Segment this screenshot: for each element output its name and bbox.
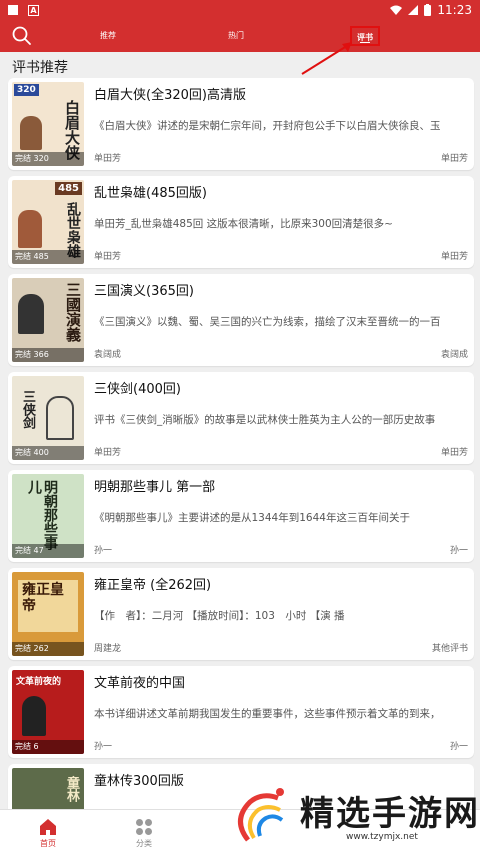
cover-title: 三國演義 [64,282,82,342]
signal-icon [408,5,419,15]
cover-number: 320 [14,84,39,96]
book-author: 孙一 [94,742,113,752]
book-category: 单田芳 [440,448,468,458]
book-category: 孙一 [449,742,468,752]
book-card[interactable]: 三侠剑 完结 400 三侠剑(400回) 评书《三侠剑_消晰版》的故事是以武林侠… [8,372,474,464]
book-title[interactable]: 文革前夜的中国 [94,672,185,691]
book-description: 本书详细讲述文革前期我国发生的重要事件，这些事件预示着文革的到来， [94,708,441,720]
watermark-logo-icon [238,788,284,842]
status-badge: 完结 366 [12,348,84,362]
nav-home-label: 首页 [40,839,56,848]
cover-title: 三侠剑 [20,390,35,429]
home-icon [40,819,56,835]
book-card[interactable]: 485 乱世枭雄 完结 485 乱世枭雄(485回版) 单田芳_乱世枭雄485回… [8,176,474,268]
book-author: 单田芳 [94,448,122,458]
battery-icon [424,4,432,16]
book-cover: 320 白眉大侠 完结 320 [12,82,84,166]
section-title: 评书推荐 [12,60,68,76]
book-author: 周建龙 [94,644,122,654]
watermark: 精选手游网 www.tzymjx.net [228,778,480,853]
book-list: 320 白眉大侠 完结 320 白眉大侠(全320回)高清版 《白眉大侠》讲述的… [8,78,474,853]
status-badge: 完结 262 [12,642,84,656]
book-title[interactable]: 三侠剑(400回) [94,378,181,397]
book-card[interactable]: 雍正皇帝 完结 262 雍正皇帝 (全262回) 【作 者】：二月河 【播放时间… [8,568,474,660]
status-badge: 完结 47 [12,544,84,558]
status-bar: A 11:23 [0,0,480,20]
book-cover: 明朝那些事儿 完结 47 [12,474,84,558]
nav-category[interactable]: 分类 [114,818,174,849]
nav-category-label: 分类 [136,839,152,848]
book-cover: 三侠剑 完结 400 [12,376,84,460]
grid-icon [136,819,152,835]
book-author: 单田芳 [94,154,122,164]
cover-title: 文革前夜的 [16,677,62,687]
nav-home[interactable]: 首页 [18,818,78,849]
book-description: 【作 者】：二月河 【播放时间】：103 小时 【演 播 [94,610,345,622]
book-title[interactable]: 雍正皇帝 (全262回) [94,574,211,593]
cover-title: 明朝那些事儿 [26,480,58,550]
book-title[interactable]: 明朝那些事儿 第一部 [94,476,215,495]
watermark-text: 精选手游网 [300,794,480,834]
book-card[interactable]: 明朝那些事儿 完结 47 明朝那些事儿 第一部 《明朝那些事儿》主要讲述的是从1… [8,470,474,562]
cover-number: 485 [55,182,82,195]
book-description: 评书《三侠剑_消晰版》的故事是以武林侠士胜英为主人公的一部历史故事 [94,414,436,426]
book-cover: 雍正皇帝 完结 262 [12,572,84,656]
book-title[interactable]: 童林传300回版 [94,770,184,789]
book-author: 孙一 [94,546,113,556]
cover-title: 童林 [64,776,79,802]
wifi-icon [390,5,403,15]
cover-title: 白眉大侠 [63,100,81,160]
tab-pingshu[interactable]: 评书 [350,26,380,46]
status-badge: 完结 320 [12,152,84,166]
book-category: 单田芳 [440,252,468,262]
book-category: 袁阔成 [440,350,468,360]
clock: 11:23 [437,3,472,17]
watermark-url: www.tzymjx.net [346,832,418,842]
book-category: 其他评书 [431,644,468,654]
book-cover: 485 乱世枭雄 完结 485 [12,180,84,264]
search-icon[interactable] [12,26,32,46]
book-cover: 三國演義 完结 366 [12,278,84,362]
book-title[interactable]: 乱世枭雄(485回版) [94,182,207,201]
notification-icon [8,5,18,15]
book-category: 孙一 [449,546,468,556]
tab-recommend[interactable]: 推荐 [96,26,120,46]
book-card[interactable]: 三國演義 完结 366 三国演义(365回) 《三国演义》以魏、蜀、吴三国的兴亡… [8,274,474,366]
cover-title: 雍正皇帝 [22,582,64,614]
book-description: 单田芳_乱世枭雄485回 这版本很清晰，比原来300回清楚很多~ [94,218,393,230]
book-title[interactable]: 三国演义(365回) [94,280,194,299]
app-notification-icon: A [28,4,39,16]
book-description: 《白眉大侠》讲述的是宋朝仁宗年间，开封府包公手下以白眉大侠徐良、玉 [94,120,441,132]
book-author: 袁阔成 [94,350,122,360]
status-badge: 完结 485 [12,250,84,264]
app-header: 推荐 热门 评书 [0,20,480,52]
status-badge: 完结 400 [12,446,84,460]
book-description: 《明朝那些事儿》主要讲述的是从1344年到1644年这三百年间关于 [94,512,410,524]
status-badge: 完结 6 [12,740,84,754]
book-author: 单田芳 [94,252,122,262]
book-card[interactable]: 320 白眉大侠 完结 320 白眉大侠(全320回)高清版 《白眉大侠》讲述的… [8,78,474,170]
tab-hot[interactable]: 热门 [224,26,248,46]
book-category: 单田芳 [440,154,468,164]
book-description: 《三国演义》以魏、蜀、吴三国的兴亡为线索，描绘了汉末至晋统一的一百 [94,316,441,328]
book-title[interactable]: 白眉大侠(全320回)高清版 [94,84,246,103]
book-cover: 文革前夜的 完结 6 [12,670,84,754]
book-card[interactable]: 文革前夜的 完结 6 文革前夜的中国 本书详细讲述文革前期我国发生的重要事件，这… [8,666,474,758]
